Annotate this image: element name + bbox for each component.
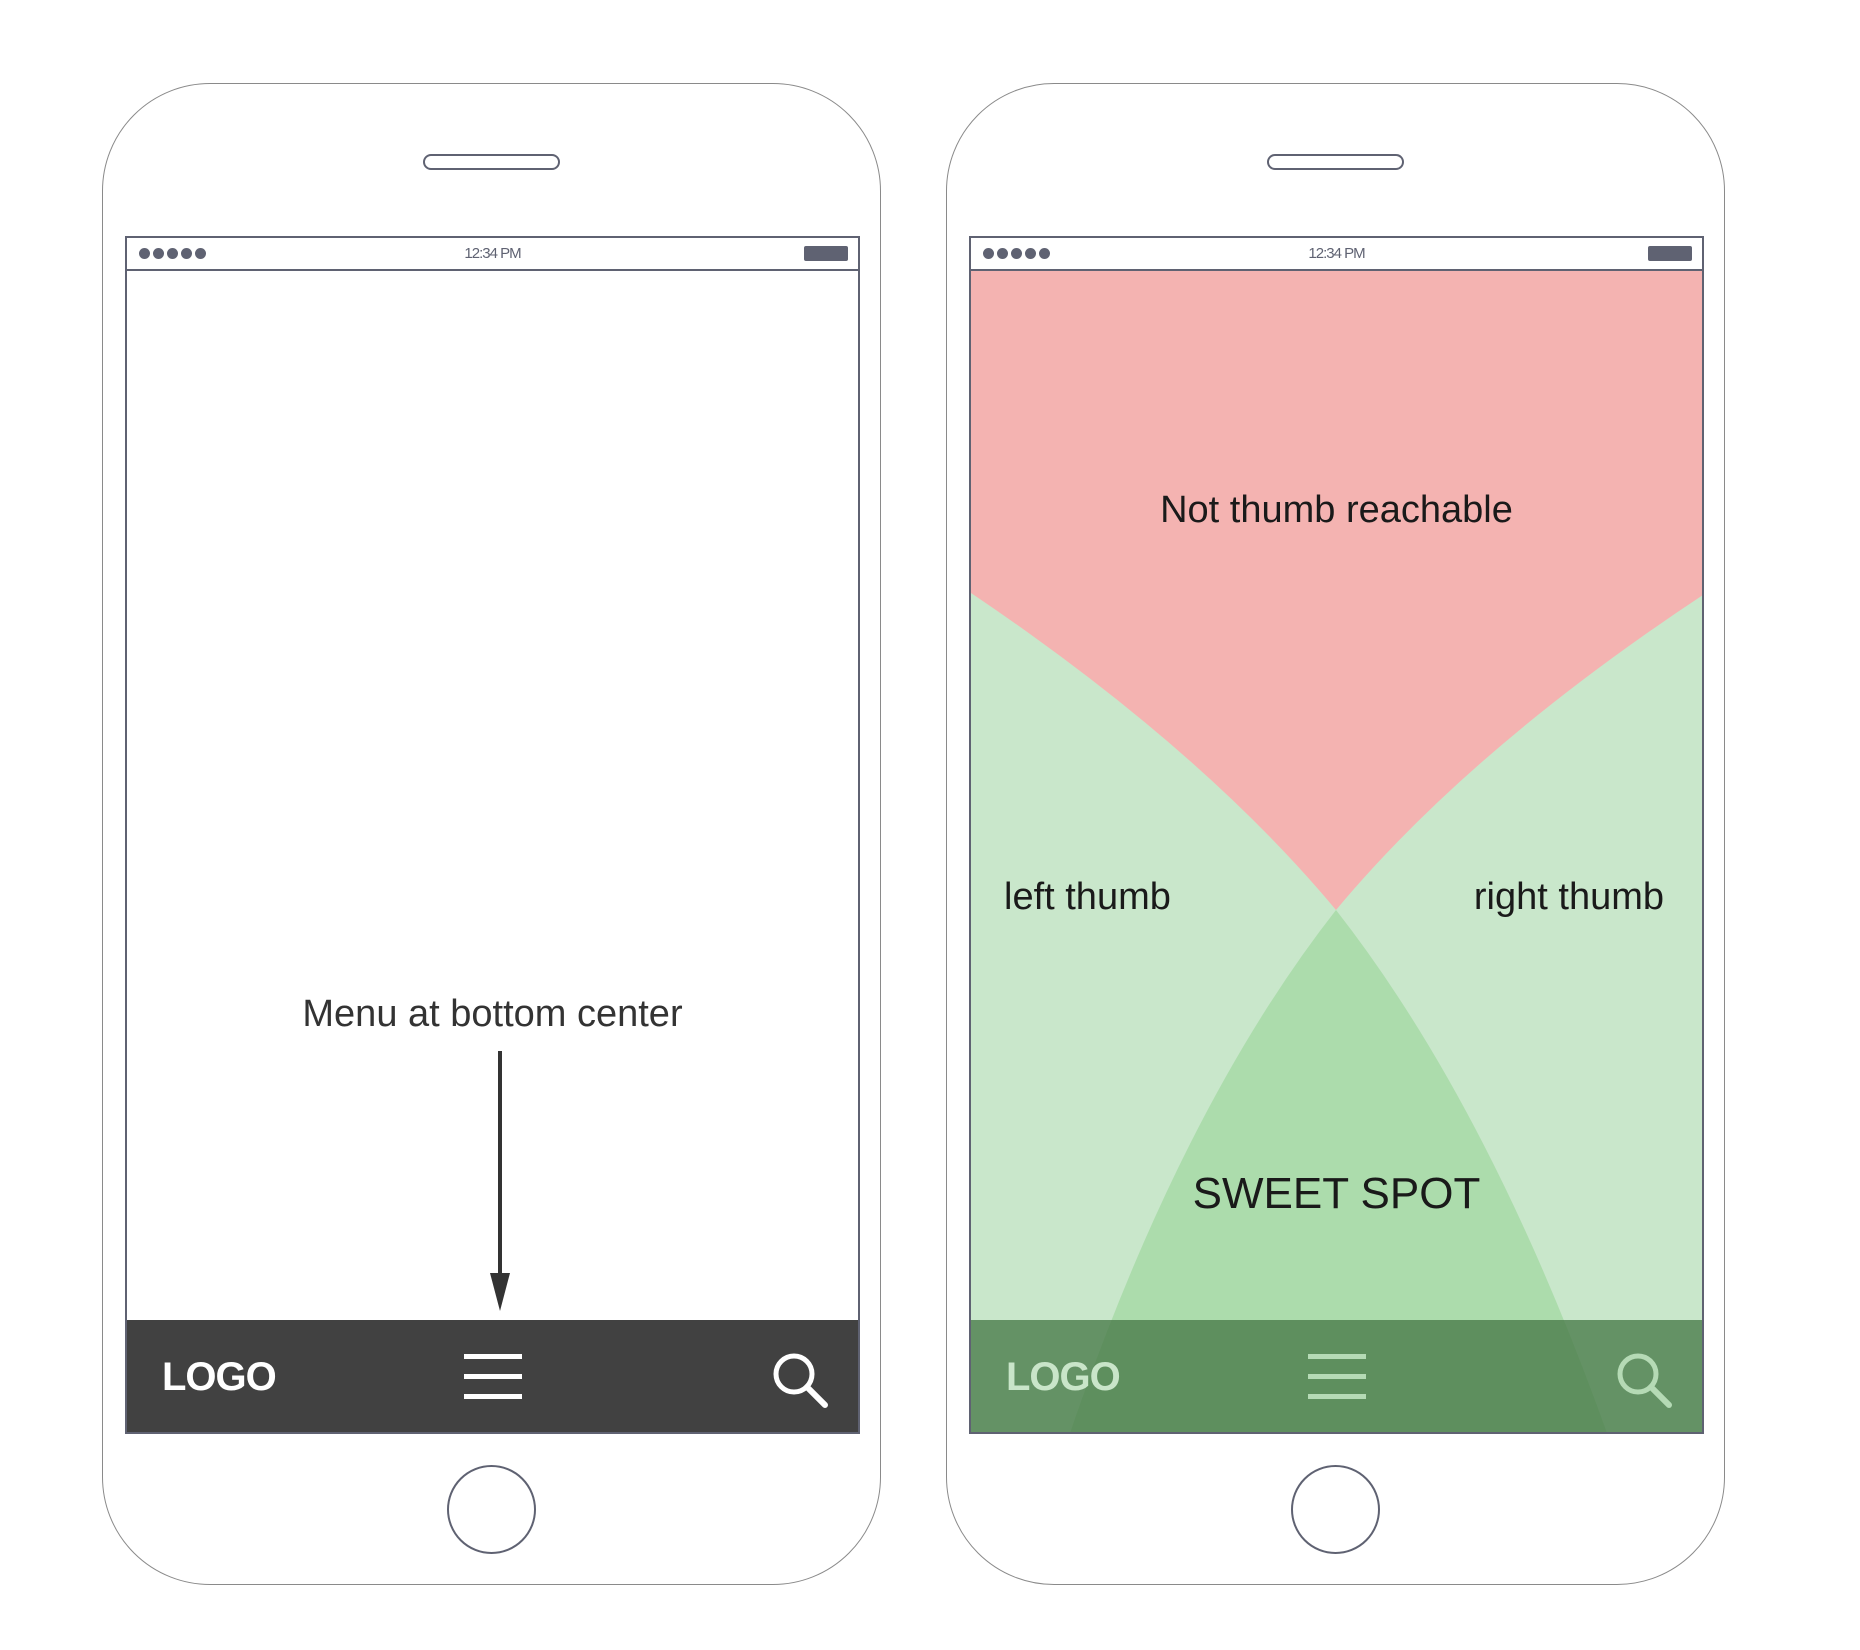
phone-frame-right: 12:34 PM Not thumb reachable left thumb … [946, 83, 1725, 1585]
phone-screen-right: 12:34 PM Not thumb reachable left thumb … [969, 236, 1704, 1434]
right-thumb-label: right thumb [1473, 876, 1664, 918]
status-bar: 12:34 PM [971, 238, 1702, 271]
speaker-slot [423, 154, 560, 170]
hamburger-menu-icon[interactable] [464, 1354, 522, 1400]
bottom-menu-bar: LOGO [127, 1320, 858, 1432]
phone-frame-left: 12:34 PM Menu at bottom center LOGO [102, 83, 881, 1585]
bottom-menu-bar: LOGO [971, 1320, 1702, 1432]
logo[interactable]: LOGO [1006, 1355, 1121, 1400]
thumb-zone-map [971, 238, 1702, 1432]
down-arrow-icon [490, 1051, 510, 1311]
search-icon[interactable] [1614, 1350, 1674, 1410]
search-icon[interactable] [770, 1350, 830, 1410]
status-bar: 12:34 PM [127, 238, 858, 271]
not-reachable-label: Not thumb reachable [1160, 489, 1513, 531]
hamburger-menu-icon[interactable] [1308, 1354, 1366, 1400]
phone-screen-left: 12:34 PM Menu at bottom center LOGO [125, 236, 860, 1434]
status-time: 12:34 PM [464, 245, 521, 262]
menu-annotation: Menu at bottom center [302, 993, 683, 1035]
battery-icon [804, 246, 848, 261]
sweet-spot-label: SWEET SPOT [1192, 1169, 1481, 1218]
battery-icon [1648, 246, 1692, 261]
left-thumb-label: left thumb [1004, 876, 1171, 918]
status-time: 12:34 PM [1308, 245, 1365, 262]
home-button[interactable] [1291, 1465, 1380, 1554]
logo[interactable]: LOGO [162, 1355, 277, 1400]
home-button[interactable] [447, 1465, 536, 1554]
speaker-slot [1267, 154, 1404, 170]
